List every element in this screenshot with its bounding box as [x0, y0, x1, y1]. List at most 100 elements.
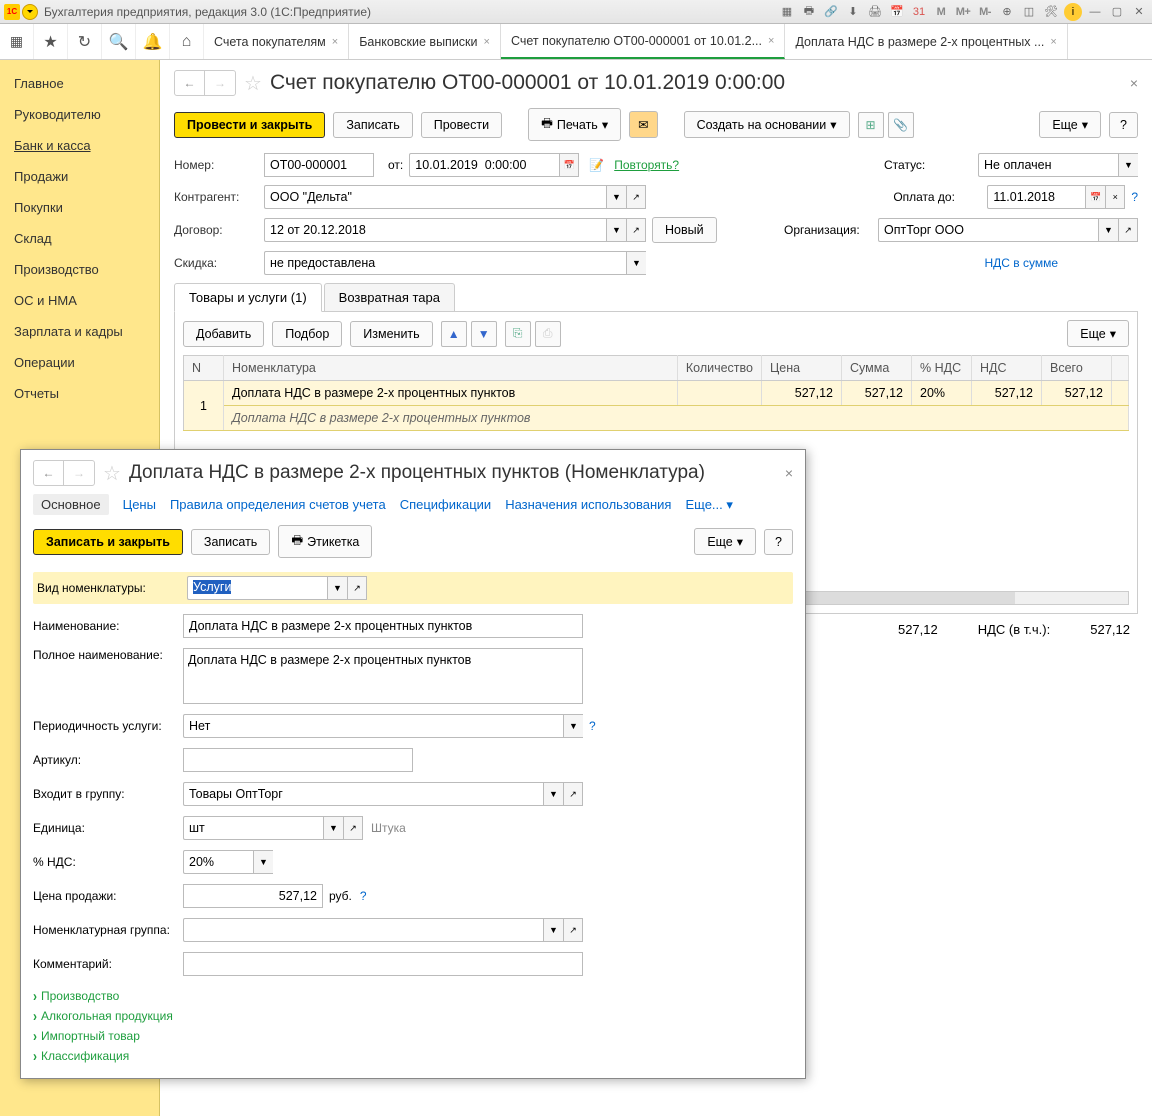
number-input[interactable]	[264, 153, 374, 177]
nds-mode-link[interactable]: НДС в сумме	[984, 256, 1058, 270]
back-icon[interactable]: ←	[175, 71, 205, 95]
type-input[interactable]: Услуги	[187, 576, 327, 600]
dropdown-icon[interactable]: ▼	[1118, 153, 1138, 177]
commit-button[interactable]: Провести	[421, 112, 502, 138]
status-select[interactable]	[978, 153, 1118, 177]
sidebar-item[interactable]: Зарплата и кадры	[0, 316, 159, 347]
m-plus-icon[interactable]: M+	[954, 3, 972, 21]
forward-icon[interactable]: →	[64, 461, 94, 485]
clear-icon[interactable]: ×	[1105, 185, 1125, 209]
dropdown-icon[interactable]: ▼	[323, 816, 343, 840]
open-icon[interactable]: ↗	[626, 218, 646, 242]
repeat-link[interactable]: Повторять?	[614, 158, 679, 172]
unit-input[interactable]	[183, 816, 323, 840]
date-input[interactable]	[409, 153, 559, 177]
open-icon[interactable]: ↗	[626, 185, 646, 209]
email-button[interactable]: ✉	[629, 111, 657, 138]
link-icon[interactable]: 🔗	[822, 3, 840, 21]
app-menu-dropdown[interactable]	[22, 4, 38, 20]
open-icon[interactable]: ↗	[563, 782, 583, 806]
price-help[interactable]: ?	[360, 889, 367, 903]
open-icon[interactable]: ↗	[1118, 218, 1138, 242]
dropdown-icon[interactable]: ▼	[626, 251, 646, 275]
forward-icon[interactable]: →	[205, 71, 235, 95]
dropdown-icon[interactable]: ▼	[606, 218, 626, 242]
price-input[interactable]	[183, 884, 323, 908]
print-button[interactable]: 🖶Печать▾	[528, 108, 621, 141]
dlgtab-accounts[interactable]: Правила определения счетов учета	[170, 497, 386, 512]
payuntil-help[interactable]: ?	[1131, 190, 1138, 204]
structure-icon[interactable]: ⊞	[858, 112, 884, 138]
m-icon[interactable]: M	[932, 3, 950, 21]
dlgtab-prices[interactable]: Цены	[123, 497, 156, 512]
sidebar-item[interactable]: Руководителю	[0, 99, 159, 130]
col-name[interactable]: Номенклатура	[224, 356, 678, 381]
compose-icon[interactable]: 📝	[589, 158, 604, 172]
restore-icon[interactable]: ▢	[1108, 3, 1126, 21]
dlg-save-close-button[interactable]: Записать и закрыть	[33, 529, 183, 555]
calc-icon[interactable]: ⬇	[844, 3, 862, 21]
col-sum[interactable]: Сумма	[842, 356, 912, 381]
info-icon[interactable]: i	[1064, 3, 1082, 21]
col-n[interactable]: N	[184, 356, 224, 381]
sidebar-item[interactable]: Банк и касса	[0, 130, 159, 161]
comment-input[interactable]	[183, 952, 583, 976]
fullname-input[interactable]: Доплата НДС в размере 2-х процентных пун…	[183, 648, 583, 704]
nomgroup-input[interactable]	[183, 918, 543, 942]
name-input[interactable]	[183, 614, 583, 638]
back-icon[interactable]: ←	[34, 461, 64, 485]
edit-row-button[interactable]: Изменить	[350, 321, 432, 347]
search-icon[interactable]: 🔍	[102, 24, 136, 59]
tab-close-icon[interactable]: ×	[484, 36, 490, 48]
tab-close-icon[interactable]: ×	[1050, 36, 1056, 48]
zoom-icon[interactable]: ⊕	[998, 3, 1016, 21]
template-icon[interactable]: 🖨	[866, 3, 884, 21]
tab-invoice-detail[interactable]: Счет покупателю ОТ00-000001 от 10.01.2..…	[501, 24, 785, 59]
dropdown-icon[interactable]: ▼	[543, 782, 563, 806]
tab-close-icon[interactable]: ×	[332, 36, 338, 48]
paste-icon[interactable]: ⎙	[535, 321, 561, 347]
col-price[interactable]: Цена	[762, 356, 842, 381]
calendar-icon[interactable]: 📅	[888, 3, 906, 21]
dlgtab-more[interactable]: Еще... ▾	[685, 497, 732, 513]
dropdown-icon[interactable]: ▼	[543, 918, 563, 942]
move-down-icon[interactable]: ▼	[471, 321, 497, 347]
date-icon[interactable]: 31	[910, 3, 928, 21]
tab-goods[interactable]: Товары и услуги (1)	[174, 283, 322, 312]
expand-alcohol[interactable]: Алкогольная продукция	[33, 1006, 793, 1026]
grid-more-button[interactable]: Еще ▾	[1067, 320, 1129, 347]
dlg-more-button[interactable]: Еще ▾	[694, 528, 756, 555]
print-icon[interactable]: 🖶	[800, 3, 818, 21]
dlg-label-button[interactable]: 🖶 Этикетка	[278, 525, 372, 558]
dlgtab-specs[interactable]: Спецификации	[400, 497, 492, 512]
vat-select[interactable]	[183, 850, 253, 874]
close-page-icon[interactable]: ×	[1130, 75, 1138, 91]
dlg-help-button[interactable]: ?	[764, 529, 793, 555]
expand-classification[interactable]: Классификация	[33, 1046, 793, 1066]
sidebar-item[interactable]: Отчеты	[0, 378, 159, 409]
pick-button[interactable]: Подбор	[272, 321, 342, 347]
sidebar-item[interactable]: ОС и НМА	[0, 285, 159, 316]
period-help[interactable]: ?	[589, 719, 596, 733]
calendar-icon[interactable]: 📅	[1085, 185, 1105, 209]
minimize-icon[interactable]: —	[1086, 3, 1104, 21]
payuntil-input[interactable]	[987, 185, 1085, 209]
group-input[interactable]	[183, 782, 543, 806]
open-icon[interactable]: ↗	[343, 816, 363, 840]
table-row-sub[interactable]: Доплата НДС в размере 2-х процентных пун…	[184, 406, 1129, 431]
discount-select[interactable]	[264, 251, 626, 275]
more-button[interactable]: Еще ▾	[1039, 111, 1101, 138]
help-button[interactable]: ?	[1109, 112, 1138, 138]
org-input[interactable]	[878, 218, 1098, 242]
write-button[interactable]: Записать	[333, 112, 412, 138]
period-select[interactable]	[183, 714, 563, 738]
home-icon[interactable]: ⌂	[170, 24, 204, 59]
copy-icon[interactable]: ⎘	[505, 321, 531, 347]
dlgtab-main[interactable]: Основное	[33, 494, 109, 515]
expand-production[interactable]: Производство	[33, 986, 793, 1006]
dropdown-icon[interactable]: ▼	[606, 185, 626, 209]
commit-close-button[interactable]: Провести и закрыть	[174, 112, 325, 138]
tools-icon[interactable]: 🛠	[1042, 3, 1060, 21]
tab-bank[interactable]: Банковские выписки×	[349, 24, 501, 59]
sidebar-item[interactable]: Главное	[0, 68, 159, 99]
